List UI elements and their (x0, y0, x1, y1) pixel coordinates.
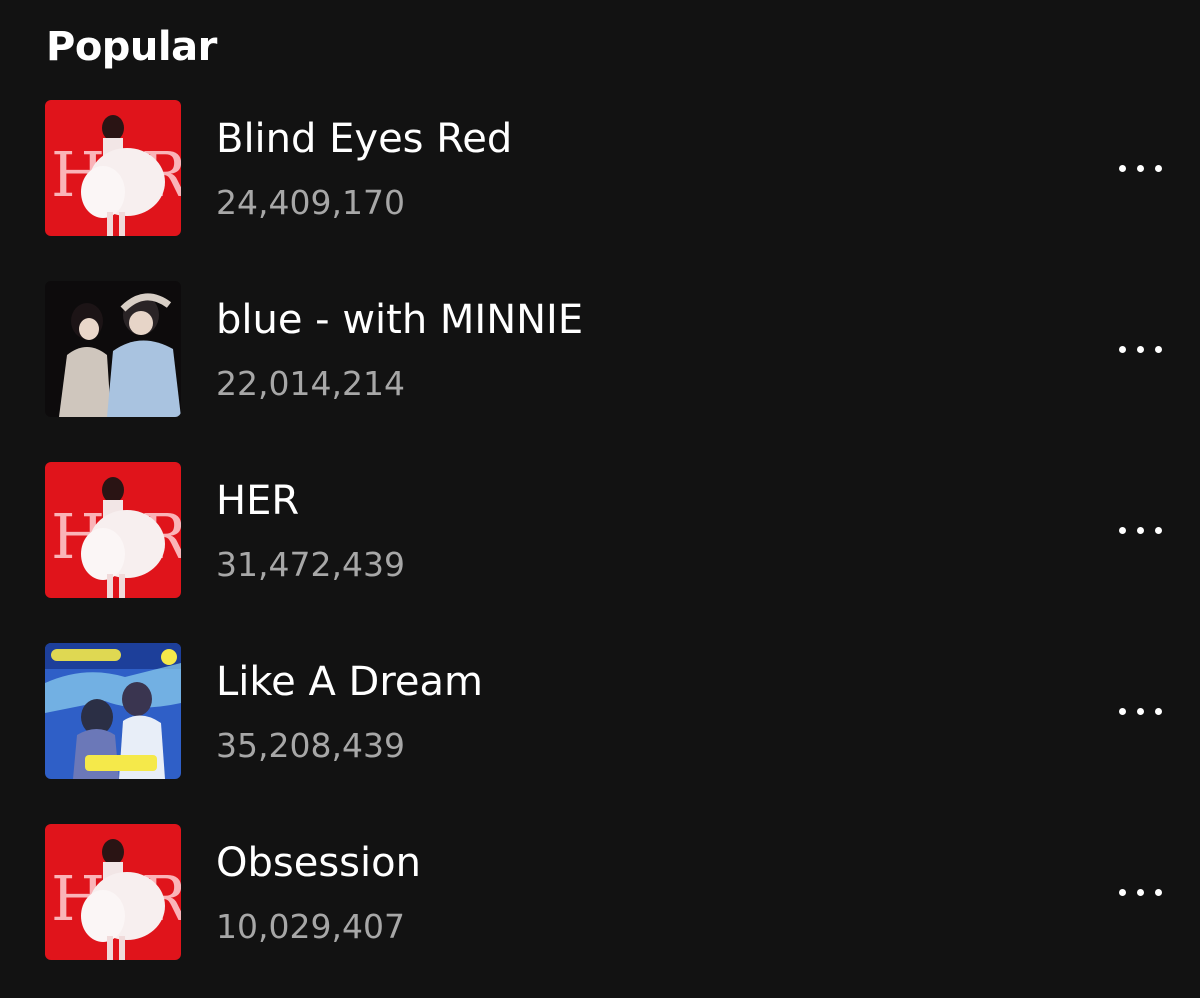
album-cover (45, 643, 181, 779)
more-options-icon-dot (1154, 164, 1162, 172)
section-title: Popular (46, 24, 217, 70)
track-row[interactable]: H R HER 31,472,439 (0, 462, 1200, 643)
play-count: 10,029,407 (216, 907, 405, 946)
more-options-icon-dot (1136, 345, 1144, 353)
more-options-icon (1118, 707, 1126, 715)
album-cover: H R (45, 100, 181, 236)
more-options-icon (1118, 888, 1126, 896)
popular-tracks-page: Popular H R Blind Eyes Red 24,409,170 (0, 0, 1200, 998)
more-options-icon-dot (1154, 526, 1162, 534)
album-cover: H R (45, 462, 181, 598)
track-title: Blind Eyes Red (216, 116, 513, 162)
more-options-button[interactable] (1100, 329, 1180, 369)
play-count: 35,208,439 (216, 726, 405, 765)
blue-drama-ost-cover-art (45, 643, 181, 779)
more-options-icon-dot (1154, 888, 1162, 896)
play-count: 22,014,214 (216, 364, 405, 403)
track-title: Like A Dream (216, 659, 483, 705)
album-cover: H R (45, 824, 181, 960)
track-row[interactable]: H R Obsession 10,029,407 (0, 824, 1200, 998)
track-row[interactable]: Like A Dream 35,208,439 (0, 643, 1200, 824)
more-options-icon-dot (1154, 707, 1162, 715)
more-options-icon (1118, 164, 1126, 172)
more-options-icon-dot (1136, 888, 1144, 896)
more-options-icon (1118, 345, 1126, 353)
red-album-cover-art: H R (45, 462, 181, 598)
track-row[interactable]: H R Blind Eyes Red 24,409,170 (0, 100, 1200, 281)
more-options-icon-dot (1136, 164, 1144, 172)
play-count: 31,472,439 (216, 545, 405, 584)
track-row[interactable]: blue - with MINNIE 22,014,214 (0, 281, 1200, 462)
more-options-icon-dot (1154, 345, 1162, 353)
more-options-button[interactable] (1100, 510, 1180, 550)
album-cover (45, 281, 181, 417)
dark-photo-cover-art (45, 281, 181, 417)
track-title: Obsession (216, 840, 421, 886)
more-options-button[interactable] (1100, 148, 1180, 188)
track-title: HER (216, 478, 300, 524)
play-count: 24,409,170 (216, 183, 405, 222)
track-list: H R Blind Eyes Red 24,409,170 (0, 100, 1200, 998)
red-album-cover-art: H R (45, 824, 181, 960)
track-title: blue - with MINNIE (216, 297, 584, 343)
more-options-icon-dot (1136, 526, 1144, 534)
more-options-icon-dot (1136, 707, 1144, 715)
more-options-icon (1118, 526, 1126, 534)
red-album-cover-art: H R (45, 100, 181, 236)
more-options-button[interactable] (1100, 691, 1180, 731)
more-options-button[interactable] (1100, 872, 1180, 912)
